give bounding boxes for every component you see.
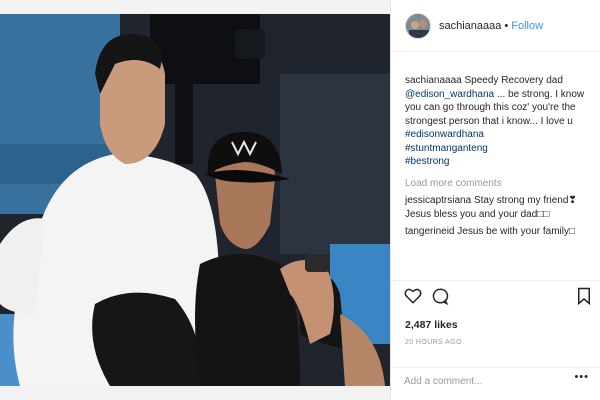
- photo-illustration: [0, 14, 390, 386]
- heart-path: [404, 288, 422, 304]
- post-photo[interactable]: [0, 14, 390, 386]
- post-timestamp: 20 HOURS AGO: [405, 339, 462, 346]
- header-username[interactable]: sachianaaaa: [439, 20, 501, 32]
- hashtag-link[interactable]: #bestrong: [405, 155, 593, 169]
- avatar-face-2: [419, 19, 427, 28]
- camera-lens: [235, 29, 265, 59]
- avatar-face-1: [411, 20, 419, 29]
- bookmark-path: [578, 287, 590, 305]
- post-actions: 2,487 likes 20 HOURS AGO •••: [391, 280, 600, 390]
- header-separator: •: [504, 19, 509, 32]
- avatar-image: [406, 13, 430, 38]
- hashtag-link[interactable]: #edisonwardhana: [405, 128, 593, 142]
- likes-count[interactable]: 2,487 likes: [405, 319, 458, 331]
- hashtag-link[interactable]: #stuntmanganteng: [405, 142, 593, 156]
- bookmark-icon[interactable]: [575, 287, 593, 305]
- comment-text: Jesus be with your family□: [457, 226, 576, 237]
- caption-mention[interactable]: @edison_wardhana: [405, 89, 494, 100]
- heart-icon[interactable]: [404, 287, 422, 305]
- bubble-path: [432, 288, 449, 305]
- add-comment-bar: •••: [391, 367, 600, 391]
- caption-text-a: Speedy Recovery dad: [464, 75, 563, 86]
- load-more-comments-button[interactable]: Load more comments: [405, 177, 593, 191]
- speech-bubble-icon[interactable]: [431, 287, 449, 305]
- background-structure: [280, 74, 390, 254]
- caption-username[interactable]: sachianaaaa: [405, 75, 462, 86]
- caption: sachianaaaa Speedy Recovery dad @edison_…: [405, 74, 593, 169]
- comment-username[interactable]: jessicaptrsiana: [405, 195, 471, 206]
- avatar-clothes: [409, 29, 429, 38]
- follow-button[interactable]: Follow: [511, 20, 543, 32]
- more-options-button[interactable]: •••: [574, 371, 589, 383]
- camera-mount: [175, 84, 193, 164]
- comment-item: jessicaptrsiana Stay strong my friend❣ J…: [405, 194, 593, 221]
- comments-section: sachianaaaa Speedy Recovery dad @edison_…: [405, 74, 593, 239]
- post-header: sachianaaaa • Follow: [391, 0, 600, 52]
- instagram-post-window: sachianaaaa • Follow sachianaaaa Speedy …: [0, 0, 600, 400]
- post-sidebar: sachianaaaa • Follow sachianaaaa Speedy …: [390, 0, 600, 400]
- comment-username[interactable]: tangerineid: [405, 226, 454, 237]
- comment-item: tangerineid Jesus be with your family□: [405, 225, 593, 239]
- man-watch: [305, 254, 330, 272]
- add-comment-input[interactable]: [404, 374, 564, 388]
- avatar[interactable]: [405, 12, 431, 39]
